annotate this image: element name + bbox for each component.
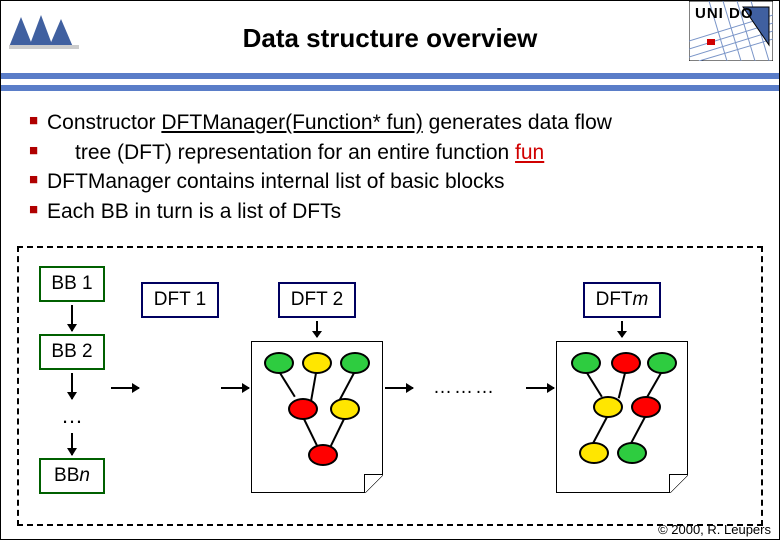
dft-m-box: DFT m <box>583 282 661 318</box>
copyright-text: © 2000, R. Leupers <box>658 522 771 537</box>
arrow-down-icon <box>316 321 318 337</box>
bullet-2-text: DFTManager contains internal list of bas… <box>47 170 505 193</box>
bullet-1: Constructor DFTManager(Function* fun) ge… <box>29 109 759 137</box>
tree-node-icon <box>647 352 677 374</box>
tree-edge <box>630 417 646 444</box>
tree-node-icon <box>571 352 601 374</box>
dft-1-label: DFT 1 <box>154 289 206 311</box>
bb-n-prefix: BB <box>54 465 79 487</box>
tree-node-icon <box>302 352 332 374</box>
dft-2-group: DFT 2 <box>251 282 383 493</box>
tree-edge <box>586 373 603 398</box>
arrow-down-icon <box>71 305 73 331</box>
arrow-right-icon <box>385 387 413 389</box>
dft-m-suffix: m <box>633 289 649 311</box>
tree-edge <box>339 373 355 400</box>
tree-edge <box>279 373 296 398</box>
arrow-right-icon <box>221 387 249 389</box>
slide-header: Data structure overview UNI DO <box>1 1 779 79</box>
bullet-3: Each BB in turn is a list of DFTs <box>29 198 759 226</box>
tree-node-icon <box>308 444 338 466</box>
bb-2-box: BB 2 <box>39 334 105 370</box>
bullet-1-text-a: Constructor <box>47 111 161 134</box>
bb-column: BB 1 BB 2 … BB n <box>39 266 105 494</box>
tree-node-icon <box>593 396 623 418</box>
bullet-1-line2: tree (DFT) representation for an entire … <box>29 139 759 167</box>
tree-edge <box>618 373 626 399</box>
arrow-right-icon <box>526 387 554 389</box>
tree-node-icon <box>631 396 661 418</box>
dft-dots: ……… <box>433 377 496 399</box>
arrow-down-icon <box>621 321 623 337</box>
slide-title: Data structure overview <box>1 1 779 54</box>
logo-left-icon <box>9 9 79 53</box>
tree-edge <box>310 373 317 401</box>
tree-diagram-2 <box>251 341 383 493</box>
arrow-right-icon <box>111 387 139 389</box>
bullet-3-text: Each BB in turn is a list of DFTs <box>47 200 341 223</box>
bb-n-suffix: n <box>79 465 90 487</box>
bb-2-label: BB 2 <box>51 341 92 363</box>
tree-node-icon <box>264 352 294 374</box>
logo-right-text: UNI DO <box>695 5 754 22</box>
bb-n-box: BB n <box>39 458 105 494</box>
tree-node-icon <box>330 398 360 420</box>
tree-diagram-m <box>556 341 688 493</box>
tree-edge <box>646 373 662 398</box>
tree-edge <box>303 419 318 447</box>
dft-2-box: DFT 2 <box>278 282 356 318</box>
bullet-1-text-c: generates data flow <box>423 111 612 134</box>
arrow-down-icon <box>71 373 73 399</box>
bb-1-box: BB 1 <box>39 266 105 302</box>
arrow-down-icon <box>71 433 73 455</box>
slide-content: Constructor DFTManager(Function* fun) ge… <box>1 91 779 226</box>
bullet-1-fun: fun <box>515 141 544 164</box>
dft-1-box: DFT 1 <box>141 282 219 318</box>
tree-node-icon <box>617 442 647 464</box>
bb-ellipsis: … <box>61 403 105 429</box>
dft-1-group: DFT 1 <box>141 282 219 318</box>
dft-row: DFT 1 DFT 2 ……… DFT m <box>109 282 688 493</box>
tree-node-icon <box>288 398 318 420</box>
diagram-container: BB 1 BB 2 … BB n DFT 1 DFT 2 <box>17 246 763 526</box>
tree-node-icon <box>340 352 370 374</box>
dft-m-group: DFT m <box>556 282 688 493</box>
dft-2-label: DFT 2 <box>291 289 343 311</box>
dft-m-prefix: DFT <box>596 289 633 311</box>
tree-edge <box>330 419 345 447</box>
logo-right: UNI DO <box>689 1 773 61</box>
tree-node-icon <box>579 442 609 464</box>
bullet-1-constructor: DFTManager(Function* fun) <box>161 111 422 134</box>
bullet-2: DFTManager contains internal list of bas… <box>29 168 759 196</box>
tree-node-icon <box>611 352 641 374</box>
bb-1-label: BB 1 <box>51 273 92 295</box>
bullet-1-text-d: tree (DFT) representation for an entire … <box>75 141 515 164</box>
tree-edge <box>592 417 608 444</box>
